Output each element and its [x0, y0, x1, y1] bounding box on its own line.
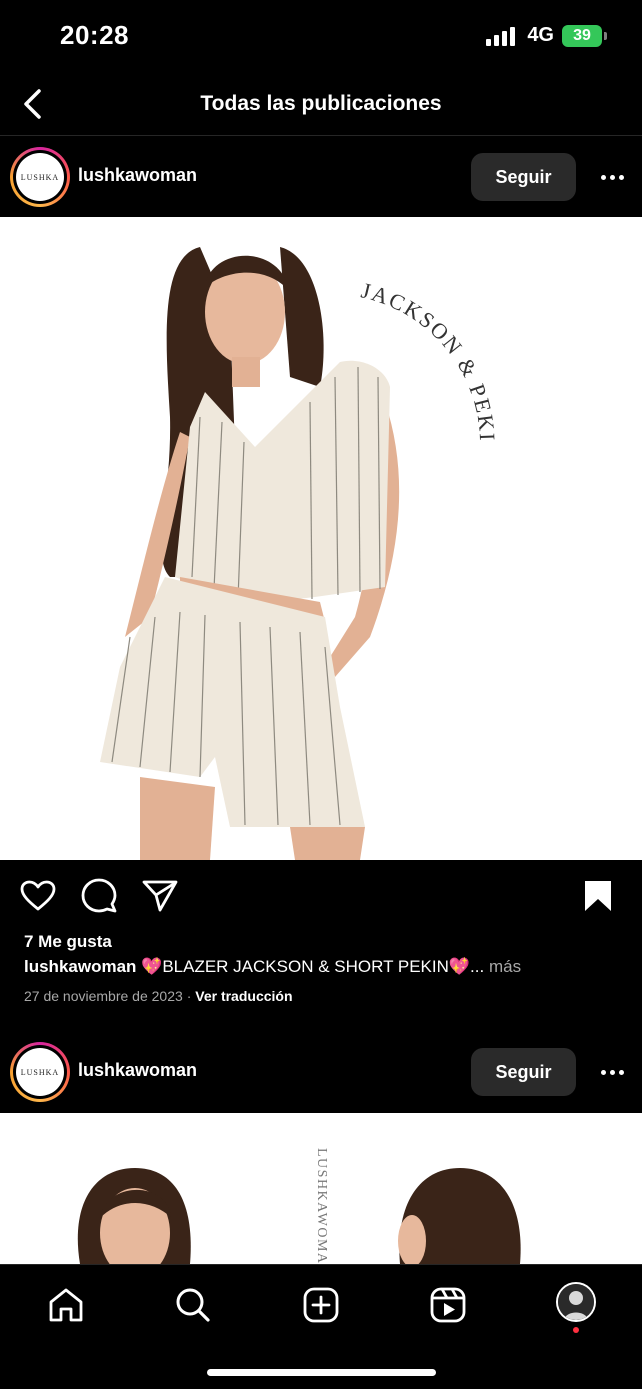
post-date: 27 de noviembre de 2023: [24, 988, 183, 1004]
caption-more-link[interactable]: más: [489, 957, 521, 976]
home-indicator[interactable]: [207, 1369, 436, 1376]
search-icon: [176, 1288, 210, 1322]
status-indicators: 4G 39: [486, 24, 607, 47]
heart-icon: [20, 880, 56, 911]
page-title: Todas las publicaciones: [200, 92, 442, 115]
meta-separator: ·: [186, 988, 196, 1004]
status-time: 20:28: [60, 20, 129, 50]
profile-photo: [558, 1284, 594, 1320]
more-options-button[interactable]: [601, 165, 624, 189]
tab-home[interactable]: [44, 1283, 88, 1327]
like-button[interactable]: [18, 876, 58, 916]
post-image[interactable]: LUSHKAWOMAN: [0, 1113, 642, 1264]
tab-create[interactable]: [299, 1283, 343, 1327]
comment-icon: [81, 878, 117, 913]
post-header: LUSHKA lushkawoman Seguir: [0, 1032, 642, 1112]
home-icon: [49, 1288, 83, 1322]
status-bar: 20:28 4G 39: [0, 0, 642, 72]
post-header: LUSHKA lushkawoman Seguir: [0, 137, 642, 217]
tab-profile-avatar[interactable]: [556, 1282, 596, 1322]
post-image[interactable]: JACKSON & PEKIN: [0, 217, 642, 860]
post-caption: lushkawoman 💖BLAZER JACKSON & SHORT PEKI…: [24, 957, 521, 977]
signal-icon: [486, 26, 516, 46]
nav-header: Todas las publicaciones: [0, 72, 642, 136]
save-button[interactable]: [578, 876, 618, 916]
caption-text: 💖BLAZER JACKSON & SHORT PEKIN💖...: [141, 957, 485, 976]
tab-search[interactable]: [171, 1283, 215, 1327]
more-options-button[interactable]: [601, 1060, 624, 1084]
plus-square-icon: [303, 1287, 339, 1323]
battery-level: 39: [573, 26, 591, 44]
caption-username[interactable]: lushkawoman: [24, 957, 136, 976]
post-actions: [0, 860, 642, 930]
share-button[interactable]: [140, 876, 180, 916]
like-count[interactable]: 7 Me gusta: [24, 932, 112, 952]
network-type: 4G: [527, 24, 554, 46]
post-photo: LUSHKAWOMAN: [0, 1113, 642, 1264]
avatar-logo-text: LUSHKA: [16, 1048, 64, 1096]
avatar[interactable]: LUSHKA: [10, 147, 70, 207]
post-photo: JACKSON & PEKIN: [0, 217, 642, 860]
post-meta: 27 de noviembre de 2023 · Ver traducción: [24, 988, 293, 1004]
battery-icon: 39: [562, 24, 607, 47]
follow-button[interactable]: Seguir: [471, 1048, 576, 1096]
avatar[interactable]: LUSHKA: [10, 1042, 70, 1102]
post-username[interactable]: lushkawoman: [78, 165, 197, 186]
follow-button[interactable]: Seguir: [471, 153, 576, 201]
image-watermark-text: LUSHKAWOMAN: [314, 1148, 329, 1264]
translate-link[interactable]: Ver traducción: [195, 988, 292, 1004]
reels-icon: [430, 1287, 466, 1323]
avatar-logo-text: LUSHKA: [16, 153, 64, 201]
comment-button[interactable]: [79, 876, 119, 916]
send-icon: [142, 880, 178, 912]
tab-reels[interactable]: [426, 1283, 470, 1327]
post-username[interactable]: lushkawoman: [78, 1060, 197, 1081]
notification-dot: [573, 1327, 579, 1333]
bookmark-icon: [585, 881, 611, 911]
